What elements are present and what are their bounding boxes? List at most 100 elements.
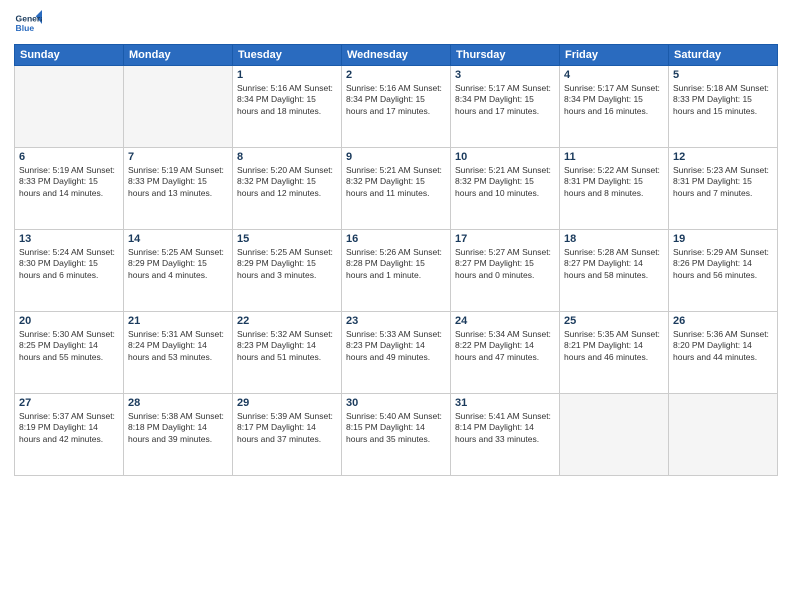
day-number: 20 (19, 315, 119, 327)
calendar-cell: 20 Sunrise: 5:30 AM Sunset: 8:25 PM Dayli… (15, 312, 124, 394)
calendar-cell: 4Sunrise: 5:17 AM Sunset: 8:34 PM Daylig… (560, 66, 669, 148)
calendar-cell: 2 Sunrise: 5:16 AM Sunset: 8:34 PM Daylig… (342, 66, 451, 148)
day-number: 13 (19, 233, 119, 245)
cell-info: Sunrise: 5:29 AM Sunset: 8:26 PM Dayligh… (673, 247, 773, 281)
day-number: 18 (564, 233, 664, 245)
calendar-cell: 17 Sunrise: 5:27 AM Sunset: 8:27 PM Dayli… (451, 230, 560, 312)
header: General Blue (14, 10, 778, 38)
calendar-cell: 21 Sunrise: 5:31 AM Sunset: 8:24 PM Dayli… (124, 312, 233, 394)
calendar-cell: 7 Sunrise: 5:19 AM Sunset: 8:33 PM Daylig… (124, 148, 233, 230)
week-row-3: 13 Sunrise: 5:24 AM Sunset: 8:30 PM Dayli… (15, 230, 778, 312)
cell-info: Sunrise: 5:19 AM Sunset: 8:33 PM Dayligh… (128, 165, 228, 199)
day-number: 28 (128, 397, 228, 409)
cell-info: Sunrise: 5:32 AM Sunset: 8:23 PM Dayligh… (237, 329, 337, 363)
calendar-cell: 6 Sunrise: 5:19 AM Sunset: 8:33 PM Daylig… (15, 148, 124, 230)
weekday-header-thursday: Thursday (451, 45, 560, 66)
day-number: 6 (19, 151, 119, 163)
calendar-cell (15, 66, 124, 148)
calendar-cell: 19 Sunrise: 5:29 AM Sunset: 8:26 PM Dayli… (669, 230, 778, 312)
day-number: 10 (455, 151, 555, 163)
day-number: 24 (455, 315, 555, 327)
day-number: 21 (128, 315, 228, 327)
cell-info: Sunrise: 5:40 AM Sunset: 8:15 PM Dayligh… (346, 411, 446, 445)
cell-info: Sunrise: 5:41 AM Sunset: 8:14 PM Dayligh… (455, 411, 555, 445)
calendar-cell: 18 Sunrise: 5:28 AM Sunset: 8:27 PM Dayli… (560, 230, 669, 312)
day-number: 11 (564, 151, 664, 163)
day-number: 17 (455, 233, 555, 245)
calendar-cell: 10 Sunrise: 5:21 AM Sunset: 8:32 PM Dayli… (451, 148, 560, 230)
day-number: 14 (128, 233, 228, 245)
cell-info: Sunrise: 5:22 AM Sunset: 8:31 PM Dayligh… (564, 165, 664, 199)
cell-info: Sunrise: 5:17 AM Sunset: 8:34 PM Dayligh… (455, 83, 555, 117)
cell-info: Sunrise: 5:28 AM Sunset: 8:27 PM Dayligh… (564, 247, 664, 281)
day-number: 22 (237, 315, 337, 327)
week-row-1: 1 Sunrise: 5:16 AM Sunset: 8:34 PM Daylig… (15, 66, 778, 148)
calendar-cell: 15 Sunrise: 5:25 AM Sunset: 8:29 PM Dayli… (233, 230, 342, 312)
calendar-cell: 26 Sunrise: 5:36 AM Sunset: 8:20 PM Dayli… (669, 312, 778, 394)
calendar-cell: 28Sunrise: 5:38 AM Sunset: 8:18 PM Dayli… (124, 394, 233, 476)
logo-icon: General Blue (14, 10, 42, 38)
day-number: 5 (673, 69, 773, 81)
cell-info: Sunrise: 5:19 AM Sunset: 8:33 PM Dayligh… (19, 165, 119, 199)
cell-info: Sunrise: 5:16 AM Sunset: 8:34 PM Dayligh… (346, 83, 446, 117)
week-row-5: 27Sunrise: 5:37 AM Sunset: 8:19 PM Dayli… (15, 394, 778, 476)
cell-info: Sunrise: 5:26 AM Sunset: 8:28 PM Dayligh… (346, 247, 446, 281)
cell-info: Sunrise: 5:39 AM Sunset: 8:17 PM Dayligh… (237, 411, 337, 445)
weekday-header-friday: Friday (560, 45, 669, 66)
calendar-cell: 29 Sunrise: 5:39 AM Sunset: 8:17 PM Dayli… (233, 394, 342, 476)
day-number: 1 (237, 69, 337, 81)
calendar-cell (669, 394, 778, 476)
day-number: 2 (346, 69, 446, 81)
calendar-cell: 5Sunrise: 5:18 AM Sunset: 8:33 PM Daylig… (669, 66, 778, 148)
day-number: 3 (455, 69, 555, 81)
page: General Blue SundayMondayTuesdayWednesda… (0, 0, 792, 612)
day-number: 26 (673, 315, 773, 327)
cell-info: Sunrise: 5:31 AM Sunset: 8:24 PM Dayligh… (128, 329, 228, 363)
cell-info: Sunrise: 5:25 AM Sunset: 8:29 PM Dayligh… (237, 247, 337, 281)
day-number: 19 (673, 233, 773, 245)
logo: General Blue (14, 10, 42, 38)
day-number: 15 (237, 233, 337, 245)
calendar-cell: 11 Sunrise: 5:22 AM Sunset: 8:31 PM Dayli… (560, 148, 669, 230)
calendar-cell: 16 Sunrise: 5:26 AM Sunset: 8:28 PM Dayli… (342, 230, 451, 312)
calendar-cell: 25Sunrise: 5:35 AM Sunset: 8:21 PM Dayli… (560, 312, 669, 394)
svg-text:Blue: Blue (16, 23, 35, 33)
cell-info: Sunrise: 5:34 AM Sunset: 8:22 PM Dayligh… (455, 329, 555, 363)
day-number: 16 (346, 233, 446, 245)
weekday-header-tuesday: Tuesday (233, 45, 342, 66)
day-number: 29 (237, 397, 337, 409)
cell-info: Sunrise: 5:23 AM Sunset: 8:31 PM Dayligh… (673, 165, 773, 199)
cell-info: Sunrise: 5:35 AM Sunset: 8:21 PM Dayligh… (564, 329, 664, 363)
cell-info: Sunrise: 5:24 AM Sunset: 8:30 PM Dayligh… (19, 247, 119, 281)
cell-info: Sunrise: 5:16 AM Sunset: 8:34 PM Dayligh… (237, 83, 337, 117)
calendar-cell: 14Sunrise: 5:25 AM Sunset: 8:29 PM Dayli… (124, 230, 233, 312)
calendar-cell: 13 Sunrise: 5:24 AM Sunset: 8:30 PM Dayli… (15, 230, 124, 312)
cell-info: Sunrise: 5:36 AM Sunset: 8:20 PM Dayligh… (673, 329, 773, 363)
day-number: 4 (564, 69, 664, 81)
weekday-header-sunday: Sunday (15, 45, 124, 66)
calendar-cell: 27Sunrise: 5:37 AM Sunset: 8:19 PM Dayli… (15, 394, 124, 476)
cell-info: Sunrise: 5:33 AM Sunset: 8:23 PM Dayligh… (346, 329, 446, 363)
calendar-cell: 9Sunrise: 5:21 AM Sunset: 8:32 PM Daylig… (342, 148, 451, 230)
calendar-cell: 24 Sunrise: 5:34 AM Sunset: 8:22 PM Dayli… (451, 312, 560, 394)
calendar-cell: 23Sunrise: 5:33 AM Sunset: 8:23 PM Dayli… (342, 312, 451, 394)
week-row-2: 6 Sunrise: 5:19 AM Sunset: 8:33 PM Daylig… (15, 148, 778, 230)
cell-info: Sunrise: 5:21 AM Sunset: 8:32 PM Dayligh… (346, 165, 446, 199)
day-number: 30 (346, 397, 446, 409)
week-row-4: 20 Sunrise: 5:30 AM Sunset: 8:25 PM Dayli… (15, 312, 778, 394)
cell-info: Sunrise: 5:27 AM Sunset: 8:27 PM Dayligh… (455, 247, 555, 281)
svg-text:General: General (16, 14, 42, 24)
calendar-cell: 22 Sunrise: 5:32 AM Sunset: 8:23 PM Dayli… (233, 312, 342, 394)
weekday-header-saturday: Saturday (669, 45, 778, 66)
weekday-header-row: SundayMondayTuesdayWednesdayThursdayFrid… (15, 45, 778, 66)
day-number: 31 (455, 397, 555, 409)
cell-info: Sunrise: 5:30 AM Sunset: 8:25 PM Dayligh… (19, 329, 119, 363)
calendar-cell: 3 Sunrise: 5:17 AM Sunset: 8:34 PM Daylig… (451, 66, 560, 148)
day-number: 7 (128, 151, 228, 163)
calendar-table: SundayMondayTuesdayWednesdayThursdayFrid… (14, 44, 778, 476)
calendar-cell: 8Sunrise: 5:20 AM Sunset: 8:32 PM Daylig… (233, 148, 342, 230)
calendar-cell (560, 394, 669, 476)
weekday-header-monday: Monday (124, 45, 233, 66)
cell-info: Sunrise: 5:21 AM Sunset: 8:32 PM Dayligh… (455, 165, 555, 199)
calendar-cell (124, 66, 233, 148)
